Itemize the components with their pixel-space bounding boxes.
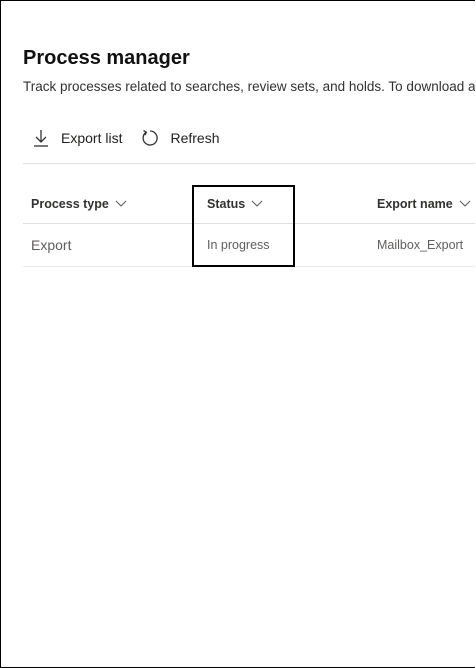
chevron-down-icon bbox=[459, 200, 471, 208]
chevron-down-icon bbox=[115, 200, 127, 208]
toolbar: Export list Refresh bbox=[23, 123, 238, 153]
page-description: Track processes related to searches, rev… bbox=[23, 79, 475, 94]
status-cell: In progress bbox=[207, 238, 270, 252]
column-header-label: Process type bbox=[31, 197, 109, 211]
download-icon bbox=[31, 128, 51, 148]
refresh-button[interactable]: Refresh bbox=[140, 128, 220, 148]
column-header-label: Export name bbox=[377, 197, 453, 211]
process-type-cell: Export bbox=[31, 237, 72, 253]
table-header: Process type Status Export name bbox=[23, 185, 475, 224]
column-header-label: Status bbox=[207, 197, 246, 211]
export-list-label: Export list bbox=[61, 130, 123, 146]
column-header-export-name[interactable]: Export name bbox=[377, 185, 471, 223]
refresh-icon bbox=[140, 128, 160, 148]
export-list-button[interactable]: Export list bbox=[23, 128, 122, 148]
column-header-process-type[interactable]: Process type bbox=[31, 185, 127, 223]
page-title: Process manager bbox=[23, 47, 190, 69]
toolbar-divider bbox=[23, 163, 475, 164]
process-manager-panel: Process manager Track processes related … bbox=[0, 0, 475, 668]
column-header-status[interactable]: Status bbox=[207, 185, 263, 223]
export-name-cell: Mailbox_Export bbox=[377, 238, 464, 252]
table-row[interactable]: Export In progress Mailbox_Export bbox=[23, 224, 475, 267]
refresh-label: Refresh bbox=[170, 130, 220, 146]
chevron-down-icon bbox=[251, 200, 263, 208]
